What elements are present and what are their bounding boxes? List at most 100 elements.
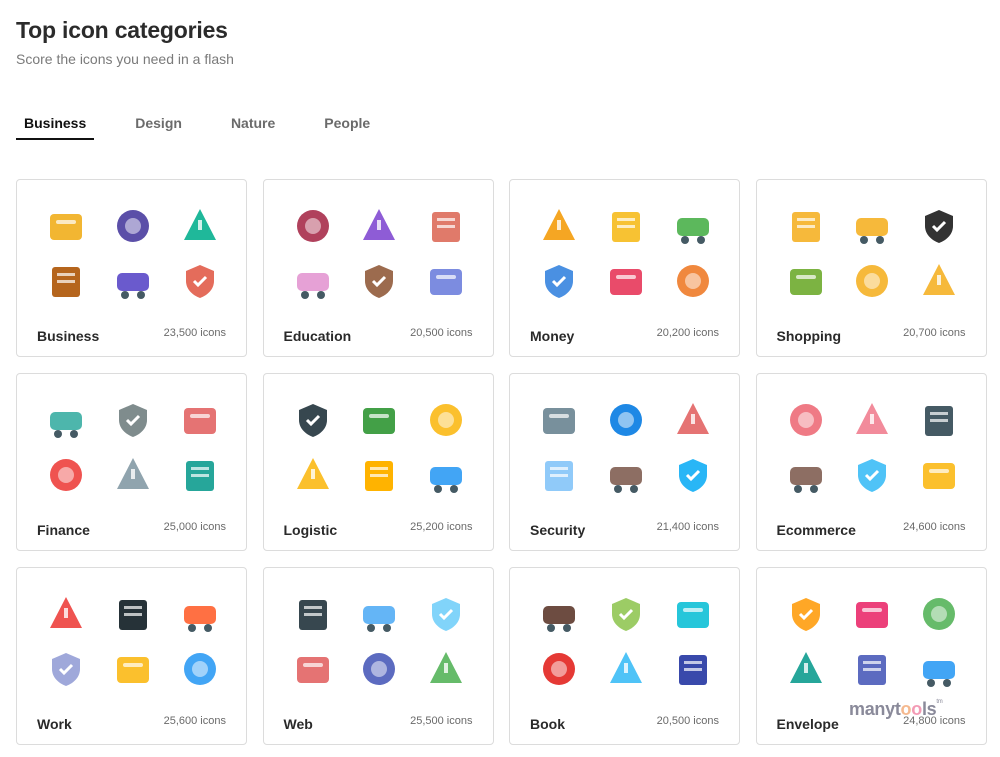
icon-preview-grid bbox=[33, 392, 233, 502]
hands-coin-icon bbox=[526, 198, 593, 253]
scales-icon bbox=[33, 198, 100, 253]
glasses-books-icon bbox=[593, 641, 660, 696]
warning-sign-icon bbox=[33, 586, 100, 641]
category-name: Work bbox=[37, 716, 72, 732]
bar-chart-growth-icon bbox=[33, 392, 100, 447]
category-card-finance[interactable]: Finance 25,000 icons bbox=[16, 373, 247, 551]
calendar-clock-icon bbox=[100, 198, 167, 253]
category-name: Ecommerce bbox=[776, 522, 856, 538]
safe-icon bbox=[100, 253, 167, 308]
mail-hierarchy-icon bbox=[773, 641, 840, 696]
clock-badge-icon bbox=[773, 198, 840, 253]
magnify-analytics-icon bbox=[166, 447, 233, 502]
icon-preview-grid bbox=[280, 586, 480, 696]
mobile-payment-icon bbox=[526, 447, 593, 502]
icon-count: 23,500 icons bbox=[163, 327, 226, 339]
globe-network-icon bbox=[413, 641, 480, 696]
category-card-business[interactable]: Business 23,500 icons bbox=[16, 179, 247, 357]
icon-count: 20,500 icons bbox=[656, 715, 719, 727]
package-box-icon bbox=[280, 447, 347, 502]
category-name: Web bbox=[283, 716, 313, 732]
category-card-education[interactable]: Education 20,500 icons bbox=[262, 179, 494, 357]
tab-business[interactable]: Business bbox=[16, 112, 95, 140]
pie-chart-icon bbox=[166, 392, 233, 447]
category-name: Money bbox=[530, 328, 575, 344]
category-name: Security bbox=[530, 522, 586, 538]
drone-delivery-icon bbox=[773, 447, 840, 502]
icon-preview-grid bbox=[280, 392, 480, 502]
disaster-house-icon bbox=[593, 447, 660, 502]
category-card-shopping[interactable]: Shopping 20,700 icons bbox=[755, 179, 987, 357]
category-grid: Business 23,500 icons Education 20,500 icon… bbox=[16, 179, 987, 745]
category-card-money[interactable]: Money 20,200 icons bbox=[509, 179, 740, 357]
category-card-book[interactable]: Book 20,500 icons bbox=[509, 567, 740, 745]
icon-count: 20,500 icons bbox=[410, 327, 473, 339]
world-map-pin-icon bbox=[346, 392, 413, 447]
icon-preview-grid bbox=[280, 198, 480, 308]
icon-count: 25,000 icons bbox=[163, 521, 226, 533]
halal-icon bbox=[839, 253, 906, 308]
tab-design[interactable]: Design bbox=[127, 112, 190, 140]
category-card-web[interactable]: Web 25,500 icons bbox=[262, 567, 494, 745]
blueprint-icon bbox=[100, 447, 167, 502]
icon-count: 25,500 icons bbox=[410, 715, 473, 727]
page-subtitle: Score the icons you need in a flash bbox=[16, 51, 234, 67]
backpack-icon bbox=[413, 198, 480, 253]
email-at-icon bbox=[839, 586, 906, 641]
icon-count: 25,600 icons bbox=[163, 715, 226, 727]
first-aid-kit-icon bbox=[33, 641, 100, 696]
chart-decrease-icon bbox=[593, 253, 660, 308]
certified-mail-icon bbox=[906, 641, 973, 696]
family-protection-icon bbox=[659, 392, 726, 447]
eco-icon bbox=[773, 253, 840, 308]
icon-count: 24,800 icons bbox=[903, 715, 966, 727]
thumbs-up-badge-icon bbox=[839, 198, 906, 253]
icon-count: 20,200 icons bbox=[656, 327, 719, 339]
overalls-icon bbox=[166, 641, 233, 696]
safety-vest-icon bbox=[100, 641, 167, 696]
category-card-work[interactable]: Work 25,600 icons bbox=[16, 567, 247, 745]
certificate-icon bbox=[659, 253, 726, 308]
category-card-ecommerce[interactable]: Ecommerce 24,600 icons bbox=[755, 373, 987, 551]
icon-preview-grid bbox=[526, 392, 726, 502]
category-name: Shopping bbox=[776, 328, 842, 344]
tab-people[interactable]: People bbox=[316, 112, 378, 140]
icon-preview-grid bbox=[33, 198, 233, 308]
icon-count: 20,700 icons bbox=[903, 327, 966, 339]
house-protection-icon bbox=[526, 392, 593, 447]
briefcase-icon bbox=[33, 253, 100, 308]
address-book-icon bbox=[906, 586, 973, 641]
officer-cap-icon bbox=[100, 586, 167, 641]
calendar-add-icon bbox=[33, 447, 100, 502]
compass-icon bbox=[413, 253, 480, 308]
category-card-security[interactable]: Security 21,400 icons bbox=[509, 373, 740, 551]
free-delivery-truck-icon bbox=[906, 253, 973, 308]
laptop-transfer-icon bbox=[280, 586, 347, 641]
radio-tower-icon bbox=[280, 641, 347, 696]
category-name: Finance bbox=[37, 522, 90, 538]
category-name: Book bbox=[530, 716, 565, 732]
courier-icon bbox=[413, 447, 480, 502]
apple-books-icon bbox=[526, 641, 593, 696]
store-24h-icon bbox=[839, 447, 906, 502]
icon-preview-grid bbox=[33, 586, 233, 696]
globe-icon bbox=[166, 198, 233, 253]
history-book-icon bbox=[526, 586, 593, 641]
cloud-money-icon bbox=[906, 447, 973, 502]
category-card-envelope[interactable]: Envelope 24,800 icons bbox=[755, 567, 987, 745]
traffic-cone-icon bbox=[166, 586, 233, 641]
geography-book-icon bbox=[659, 586, 726, 641]
satellite-dish-icon bbox=[346, 641, 413, 696]
credit-card-check-icon bbox=[280, 392, 347, 447]
icon-count: 21,400 icons bbox=[656, 521, 719, 533]
icon-preview-grid bbox=[526, 586, 726, 696]
phone-24h-icon bbox=[346, 447, 413, 502]
cloud-network-icon bbox=[346, 586, 413, 641]
envelope-icon bbox=[773, 586, 840, 641]
category-name: Logistic bbox=[283, 522, 338, 538]
tab-nature[interactable]: Nature bbox=[223, 112, 283, 140]
desk-icon bbox=[346, 253, 413, 308]
icon-preview-grid bbox=[773, 586, 973, 696]
books-stack-icon bbox=[280, 198, 347, 253]
category-card-logistic[interactable]: Logistic 25,200 icons bbox=[262, 373, 494, 551]
